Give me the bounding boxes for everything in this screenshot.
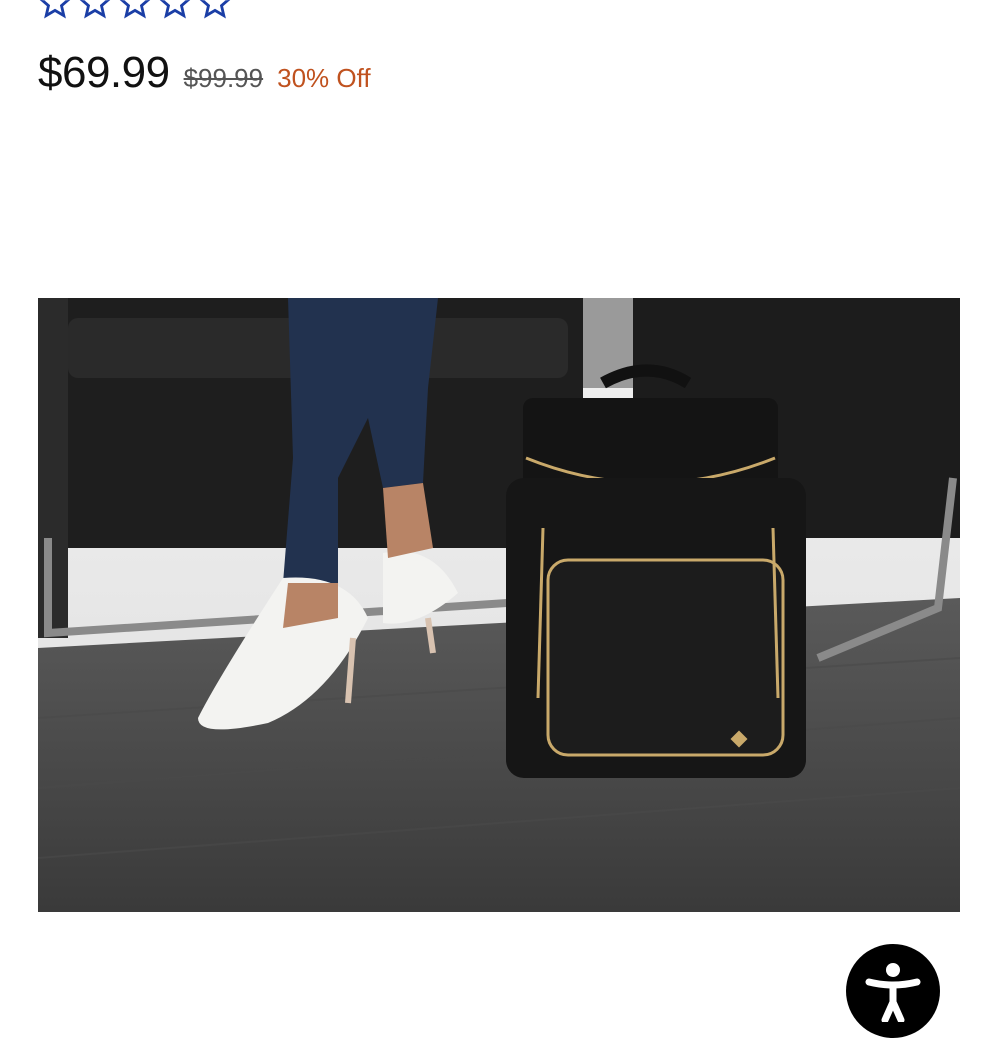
star-icon	[119, 0, 151, 19]
star-icon	[199, 0, 231, 19]
product-image[interactable]	[38, 298, 960, 912]
accessibility-button[interactable]	[846, 944, 940, 1038]
product-photo	[38, 298, 960, 912]
star-icon	[79, 0, 111, 19]
original-price: $99.99	[183, 63, 264, 93]
discount-label: 30% Off	[277, 63, 371, 93]
star-icon	[159, 0, 191, 19]
price-row: $69.99 $99.99 30% Off	[38, 48, 371, 98]
current-price: $69.99	[38, 48, 170, 97]
accessibility-icon	[865, 963, 921, 1022]
star-icon	[39, 0, 71, 19]
rating-stars	[38, 0, 232, 20]
